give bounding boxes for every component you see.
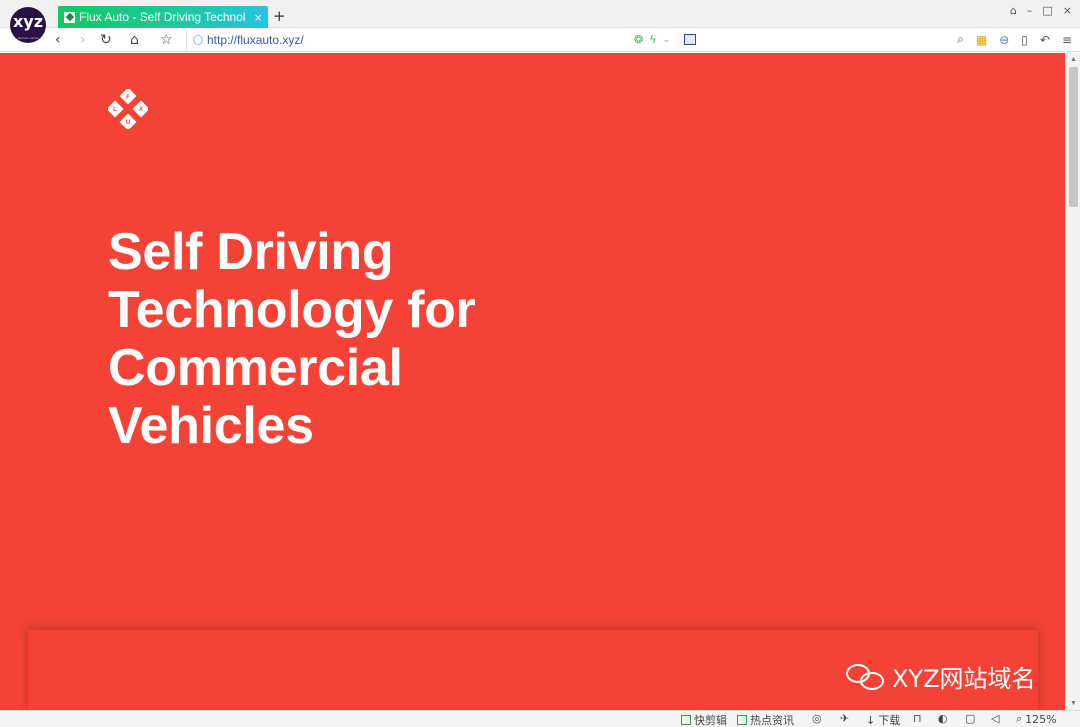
- flux-logo[interactable]: F L U X: [108, 89, 148, 129]
- xyz-logo-tagline: domain name: [17, 36, 39, 40]
- translate-icon[interactable]: ⊖: [999, 33, 1009, 47]
- scroll-down-arrow-icon[interactable]: ▼: [1070, 700, 1077, 707]
- status-quick-edit-label: 快剪辑: [694, 714, 727, 727]
- apps-grid-icon[interactable]: ▦: [976, 33, 987, 47]
- status-download-label: 下载: [878, 714, 901, 727]
- security-shield-icon[interactable]: ❂: [634, 33, 643, 46]
- screenshot-icon[interactable]: [684, 34, 697, 45]
- quick-edit-icon: [681, 715, 691, 725]
- status-quick-edit[interactable]: 快剪辑: [681, 712, 727, 727]
- forward-button[interactable]: ›: [80, 31, 86, 49]
- logo-letter-l: L: [113, 107, 117, 113]
- speed-mode-icon[interactable]: ϟ: [649, 33, 656, 46]
- status-refresh-icon[interactable]: ◎: [812, 712, 822, 725]
- close-button[interactable]: ×: [1063, 4, 1072, 17]
- logo-letter-u: U: [126, 120, 130, 126]
- status-volume-icon[interactable]: ◁: [991, 712, 999, 725]
- back-button[interactable]: ‹: [55, 31, 61, 49]
- site-globe-icon: [193, 35, 203, 45]
- news-icon: [737, 715, 747, 725]
- scroll-thumb[interactable]: [1069, 67, 1078, 207]
- status-bar: 快剪辑 热点资讯 ◎ ✈ ↓ 下载 ⊓ ◐ ▢ ◁ ⌕ 125%: [0, 710, 1080, 727]
- home-button[interactable]: ⌂: [130, 31, 139, 49]
- skin-icon[interactable]: ⌂: [1010, 4, 1017, 17]
- window-controls: ⌂ – □ ×: [1010, 4, 1072, 17]
- new-tab-button[interactable]: +: [273, 7, 286, 25]
- status-hot-news[interactable]: 热点资讯: [737, 712, 794, 727]
- logo-letter-f: F: [126, 95, 130, 101]
- scroll-up-arrow-icon[interactable]: ▲: [1070, 56, 1077, 63]
- xyz-logo-text: xyz: [12, 12, 44, 31]
- menu-icon[interactable]: ≡: [1062, 33, 1072, 47]
- wechat-icon: [846, 663, 886, 690]
- status-hot-news-label: 热点资讯: [750, 714, 794, 727]
- minimize-button[interactable]: –: [1027, 4, 1033, 17]
- favorite-star-icon[interactable]: ☆: [160, 31, 173, 49]
- status-download[interactable]: ↓ 下载: [866, 712, 900, 727]
- xyz-logo: xyz domain name: [10, 7, 46, 43]
- address-bar[interactable]: http://fluxauto.xyz/: [186, 30, 684, 50]
- watermark: XYZ网站域名: [846, 659, 1036, 694]
- status-edge-icon[interactable]: ◐: [938, 712, 948, 725]
- status-zoom-level: 125%: [1025, 712, 1057, 726]
- maximize-button[interactable]: □: [1042, 4, 1052, 17]
- tab-title: Flux Auto - Self Driving Technol: [79, 10, 245, 24]
- undo-icon[interactable]: ↶: [1040, 33, 1050, 47]
- toolbar-right-tools: ⌕ ▦ ⊖ ▯ ↶ ≡: [957, 32, 1072, 47]
- reload-button[interactable]: ↻: [100, 31, 112, 49]
- tab-flux-auto[interactable]: Flux Auto - Self Driving Technol ×: [58, 6, 268, 28]
- status-zoom[interactable]: ⌕ 125%: [1016, 712, 1057, 726]
- status-window-icon[interactable]: ▢: [965, 712, 975, 725]
- address-url[interactable]: http://fluxauto.xyz/: [207, 33, 304, 47]
- mobile-icon[interactable]: ▯: [1021, 33, 1028, 47]
- hero-headline: Self Driving Technology for Commercial V…: [108, 223, 476, 455]
- watermark-text: XYZ网站域名: [892, 665, 1036, 693]
- tab-favicon-icon: [64, 11, 75, 23]
- browser-toolbar: ‹ › ↻ ⌂ ☆ http://fluxauto.xyz/ ❂ ϟ ⌄ ⌕ ▦…: [0, 28, 1080, 52]
- dropdown-chevron-icon[interactable]: ⌄: [662, 35, 670, 45]
- status-flag-icon[interactable]: ⊓: [913, 712, 922, 725]
- download-arrow-icon: ↓: [866, 713, 876, 727]
- logo-letter-x: X: [139, 107, 143, 113]
- search-icon[interactable]: ⌕: [957, 32, 964, 47]
- status-pin-icon[interactable]: ✈: [840, 712, 849, 725]
- address-bar-tools: ❂ ϟ ⌄: [634, 33, 697, 46]
- tab-close-icon[interactable]: ×: [254, 10, 262, 25]
- zoom-search-icon: ⌕: [1016, 712, 1023, 725]
- vertical-scrollbar[interactable]: ▲ ▼: [1065, 53, 1080, 710]
- page-viewport: F L U X Self Driving Technology for Comm…: [0, 53, 1065, 710]
- browser-window: Flux Auto - Self Driving Technol × + ⌂ –…: [0, 0, 1080, 727]
- tab-bar: Flux Auto - Self Driving Technol × + ⌂ –…: [0, 0, 1080, 28]
